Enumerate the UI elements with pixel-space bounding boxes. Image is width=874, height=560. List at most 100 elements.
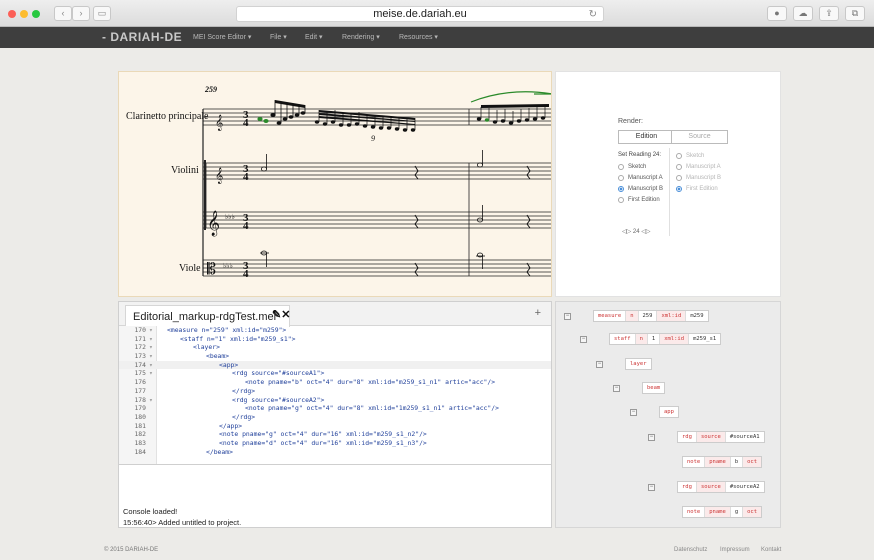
source-option-sketch[interactable]: Sketch bbox=[676, 153, 704, 159]
code-line[interactable]: 175 ▾ <rdg source="#sourceA1"> bbox=[119, 369, 551, 378]
code-line[interactable]: 170 ▾ <measure n="259" xml:id="m259"> bbox=[119, 326, 551, 335]
tree-node[interactable]: note pname b oct bbox=[682, 456, 763, 468]
sidebar-icon[interactable]: ▭ bbox=[93, 6, 111, 21]
code-line[interactable]: 173 ▾ <beam> bbox=[119, 352, 551, 361]
element-box[interactable]: staff n 1 xml:id m259_s1 bbox=[609, 333, 722, 345]
tree-node[interactable]: − layer bbox=[596, 358, 652, 370]
radio-icon[interactable] bbox=[676, 153, 682, 159]
element-box[interactable]: beam bbox=[642, 382, 666, 394]
close-window-icon[interactable] bbox=[8, 10, 16, 18]
copyright-text: © 2015 DARIAH-DE bbox=[104, 547, 159, 553]
footer-link-datenschutz[interactable]: Datenschutz bbox=[674, 547, 707, 553]
source-option-first-edition[interactable]: First Edition bbox=[676, 186, 718, 192]
cloud-icon[interactable]: ☁ bbox=[793, 6, 813, 21]
footer-link-impressum[interactable]: Impressum bbox=[720, 547, 750, 553]
radio-icon[interactable] bbox=[618, 175, 624, 181]
url-text: meise.de.dariah.eu bbox=[373, 8, 467, 20]
code-line[interactable]: 184 </beam> bbox=[119, 448, 551, 457]
edition-option-first-edition[interactable]: First Edition bbox=[618, 197, 660, 203]
fold-icon[interactable]: ▾ bbox=[149, 335, 155, 344]
fold-icon[interactable]: ▾ bbox=[149, 396, 155, 405]
zoom-window-icon[interactable] bbox=[32, 10, 40, 18]
code-line[interactable]: 182 <note pname="g" oct="4" dur="16" xml:… bbox=[119, 430, 551, 439]
code-text: <staff n="1" xml:id="m259_s1"> bbox=[180, 334, 296, 343]
code-line[interactable]: 179 <note pname="g" oct="4" dur="8" xml:i… bbox=[119, 404, 551, 413]
score-view[interactable]: 𝄞 𝄞 𝄞 𝄡 34 34 34 34 ♭♭♭ ♭♭♭ 259 9 Clarin… bbox=[118, 71, 552, 297]
code-line[interactable]: 176 <note pname="b" oct="4" dur="8" xml:i… bbox=[119, 378, 551, 387]
back-icon[interactable]: ‹ bbox=[54, 6, 72, 21]
element-box[interactable]: measure n 259 xml:id m259 bbox=[593, 310, 709, 322]
element-box[interactable]: note pname b oct bbox=[682, 456, 763, 468]
element-box[interactable]: rdg source #sourceA2 bbox=[677, 481, 765, 493]
tabs-icon[interactable]: ⧉ bbox=[845, 6, 865, 21]
tree-node[interactable]: − rdg source #sourceA2 bbox=[648, 481, 765, 493]
collapse-icon[interactable]: − bbox=[648, 433, 655, 441]
code-text: <app> bbox=[219, 360, 239, 369]
share-icon[interactable]: ⇪ bbox=[819, 6, 839, 21]
code-line[interactable]: 181 </app> bbox=[119, 422, 551, 431]
collapse-icon[interactable]: − bbox=[596, 360, 603, 368]
brand-logo[interactable]: - DARIAH-DE bbox=[102, 30, 182, 44]
menu-resources[interactable]: Resources ▾ bbox=[399, 33, 438, 41]
tree-node[interactable]: note pname g oct bbox=[682, 506, 763, 518]
tree-node[interactable]: − app bbox=[630, 406, 679, 418]
reading-pager[interactable]: ◁▷ 24 ◁▷ bbox=[622, 228, 650, 235]
address-bar[interactable]: meise.de.dariah.eu ↻ bbox=[236, 6, 604, 22]
code-line[interactable]: 178 ▾ <rdg source="#sourceA2"> bbox=[119, 396, 551, 405]
collapse-icon[interactable]: − bbox=[648, 483, 655, 491]
element-box[interactable]: note pname g oct bbox=[682, 506, 763, 518]
collapse-icon[interactable]: − bbox=[564, 312, 571, 320]
instrument-clarinet: Clarinetto principale bbox=[126, 111, 209, 122]
source-option-manuscript-a[interactable]: Manuscript A bbox=[676, 164, 721, 170]
collapse-icon[interactable]: − bbox=[580, 335, 587, 343]
tab-source[interactable]: Source bbox=[671, 130, 728, 144]
minimize-window-icon[interactable] bbox=[20, 10, 28, 18]
download-icon[interactable]: ● bbox=[767, 6, 787, 21]
fold-icon[interactable]: ▾ bbox=[149, 369, 155, 378]
render-divider bbox=[669, 148, 670, 236]
code-line[interactable]: 171 ▾ <staff n="1" xml:id="m259_s1"> bbox=[119, 335, 551, 344]
source-option-manuscript-b[interactable]: Manuscript B bbox=[676, 175, 721, 181]
fold-icon[interactable]: ▾ bbox=[149, 361, 155, 370]
fold-icon[interactable]: ▾ bbox=[149, 343, 155, 352]
collapse-icon[interactable]: − bbox=[613, 384, 620, 392]
code-area[interactable]: 170 ▾ <measure n="259" xml:id="m259"> 171 ▾ <… bbox=[119, 326, 551, 464]
code-line[interactable]: 172 ▾ <layer> bbox=[119, 343, 551, 352]
menu-file[interactable]: File ▾ bbox=[270, 33, 287, 41]
edition-option-manuscript-a[interactable]: Manuscript A bbox=[618, 175, 663, 181]
code-line[interactable]: 180 </rdg> bbox=[119, 413, 551, 422]
footer-link-kontakt[interactable]: Kontakt bbox=[761, 547, 781, 553]
fold-icon[interactable]: ▾ bbox=[149, 326, 155, 335]
radio-icon[interactable] bbox=[676, 164, 682, 170]
code-line[interactable]: 174 ▾ <app> bbox=[119, 360, 551, 370]
radio-icon[interactable] bbox=[618, 186, 624, 192]
fold-icon[interactable]: ▾ bbox=[149, 352, 155, 361]
tree-node[interactable]: − rdg source #sourceA1 bbox=[648, 431, 765, 443]
menu-rendering[interactable]: Rendering ▾ bbox=[342, 33, 380, 41]
tree-node[interactable]: − beam bbox=[613, 382, 666, 394]
edition-option-manuscript-b[interactable]: Manuscript B bbox=[618, 186, 663, 192]
file-tab[interactable]: Editorial_markup-rdgTest.mei ✎✕ bbox=[125, 305, 290, 327]
menu-edit[interactable]: Edit ▾ bbox=[305, 33, 323, 41]
element-box[interactable]: rdg source #sourceA1 bbox=[677, 431, 765, 443]
edit-close-icon[interactable]: ✎✕ bbox=[272, 308, 290, 321]
element-box[interactable]: app bbox=[659, 406, 679, 418]
tab-edition[interactable]: Edition bbox=[618, 130, 675, 144]
tree-node[interactable]: − measure n 259 xml:id m259 bbox=[564, 310, 709, 322]
radio-icon[interactable] bbox=[618, 197, 624, 203]
element-box[interactable]: layer bbox=[625, 358, 652, 370]
tree-node[interactable]: − staff n 1 xml:id m259_s1 bbox=[580, 333, 722, 345]
radio-icon[interactable] bbox=[676, 186, 682, 192]
forward-icon[interactable]: › bbox=[72, 6, 90, 21]
edition-option-sketch[interactable]: Sketch bbox=[618, 164, 646, 170]
menu-mei-score-editor[interactable]: MEI Score Editor ▾ bbox=[193, 33, 251, 41]
alto-clef: 𝄡 bbox=[207, 260, 216, 278]
code-line[interactable]: 177 </rdg> bbox=[119, 387, 551, 396]
radio-icon[interactable] bbox=[676, 175, 682, 181]
radio-icon[interactable] bbox=[618, 164, 624, 170]
code-line[interactable]: 183 <note pname="d" oct="4" dur="16" xml:… bbox=[119, 439, 551, 448]
add-tab-button[interactable]: + bbox=[535, 307, 541, 319]
treble-clef-2: 𝄞 bbox=[215, 168, 223, 184]
collapse-icon[interactable]: − bbox=[630, 408, 637, 416]
reload-icon[interactable]: ↻ bbox=[589, 7, 597, 22]
